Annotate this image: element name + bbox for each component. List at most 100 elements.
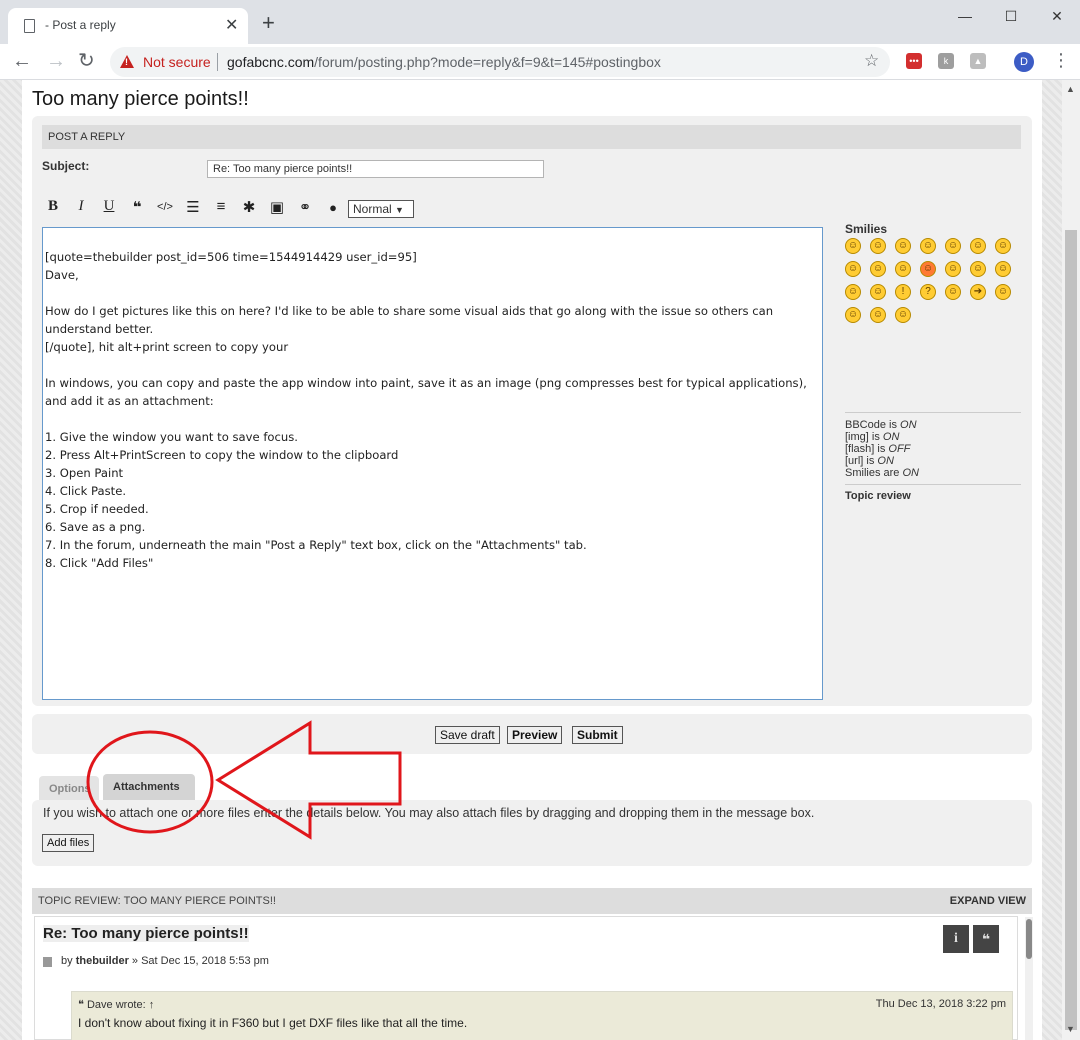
font-size-select[interactable]: Normal ▼ xyxy=(348,200,414,218)
bold-button[interactable]: B xyxy=(42,198,64,215)
editor-line: 1. Give the window you want to save focu… xyxy=(45,430,298,444)
scroll-thumb[interactable] xyxy=(1026,919,1032,959)
underline-button[interactable]: U xyxy=(98,198,120,215)
menu-icon[interactable]: ⋮ xyxy=(1052,50,1070,71)
smiley-icon[interactable]: ☺ xyxy=(870,261,886,277)
extension-icon[interactable]: k xyxy=(938,53,954,69)
smiley-icon[interactable]: ☺ xyxy=(945,261,961,277)
list-button[interactable]: ☰ xyxy=(182,198,204,216)
smiley-icon[interactable]: ☺ xyxy=(870,307,886,323)
img-status-value: ON xyxy=(882,431,900,443)
close-icon[interactable]: ✕ xyxy=(225,15,238,35)
list-item-button[interactable]: ✱ xyxy=(238,198,260,216)
warning-icon xyxy=(120,55,134,68)
smiley-icon[interactable]: ☺ xyxy=(920,238,936,254)
smilies-status-label: Smilies are xyxy=(845,467,903,479)
extension-icon[interactable]: ••• xyxy=(906,53,922,69)
numbered-list-button[interactable]: ≡ xyxy=(210,198,232,215)
smiley-icon[interactable]: ☺ xyxy=(945,238,961,254)
image-button[interactable]: ▣ xyxy=(266,198,288,216)
smiley-icon[interactable]: ☺ xyxy=(870,284,886,300)
address-bar[interactable]: Not secure gofabcnc.com/forum/posting.ph… xyxy=(110,47,890,77)
bbcode-status-label: BBCode is xyxy=(845,419,901,431)
editor-line: 4. Click Paste. xyxy=(45,484,127,498)
editor-line: 8. Click "Add Files" xyxy=(45,556,154,570)
browser-toolbar: ← → ↻ Not secure gofabcnc.com/forum/post… xyxy=(0,44,1080,80)
smiley-icon[interactable]: ☺ xyxy=(895,261,911,277)
smiley-icon[interactable]: ☺ xyxy=(970,238,986,254)
preview-button[interactable]: Preview xyxy=(507,726,563,744)
smiley-icon[interactable]: ☺ xyxy=(845,284,861,300)
post-author[interactable]: thebuilder xyxy=(76,955,129,967)
save-draft-button[interactable]: Save draft xyxy=(435,726,500,744)
editor-line: How do I get pictures like this on here?… xyxy=(45,304,774,318)
reload-button[interactable]: ↻ xyxy=(78,50,95,72)
minimize-button[interactable]: — xyxy=(942,4,988,28)
editor-line: Dave, xyxy=(45,268,79,282)
smiley-icon[interactable]: ➔ xyxy=(970,284,986,300)
smiley-face: ☺ xyxy=(872,240,884,251)
page-scrollbar[interactable]: ▲ ▼ xyxy=(1062,80,1080,1040)
expand-view-link[interactable]: EXPAND VIEW xyxy=(950,895,1026,907)
divider xyxy=(845,412,1021,413)
quote-button[interactable]: ❝ xyxy=(126,198,148,216)
scroll-thumb[interactable] xyxy=(1065,230,1077,1030)
submit-button[interactable]: Submit xyxy=(572,726,623,744)
smiley-face: ! xyxy=(901,286,905,297)
tab-attachments[interactable]: Attachments xyxy=(103,774,195,800)
smiley-icon[interactable]: ☺ xyxy=(920,261,936,277)
url-host: gofabcnc.com xyxy=(227,54,315,70)
smiley-icon[interactable]: ☺ xyxy=(895,238,911,254)
smiley-face: ☺ xyxy=(972,240,984,251)
smilies-title: Smilies xyxy=(845,222,888,236)
quote-block: ❝ Dave wrote: ↑ Thu Dec 13, 2018 3:22 pm… xyxy=(71,991,1013,1040)
add-files-button[interactable]: Add files xyxy=(42,834,95,852)
back-button[interactable]: ← xyxy=(12,50,32,72)
link-button[interactable]: ⚭ xyxy=(294,198,316,216)
avatar[interactable]: D xyxy=(1014,52,1034,72)
post-scrollbar[interactable] xyxy=(1025,917,1033,1040)
forward-button[interactable]: → xyxy=(46,50,66,72)
smiley-icon[interactable]: ☺ xyxy=(870,238,886,254)
smiley-icon[interactable]: ? xyxy=(920,284,936,300)
post-title[interactable]: Re: Too many pierce points!! xyxy=(43,925,249,942)
quote-post-button[interactable]: ❝ xyxy=(973,925,999,953)
bookmark-star-icon[interactable]: ☆ xyxy=(864,51,879,71)
italic-button[interactable]: I xyxy=(70,198,92,215)
page-title[interactable]: Too many pierce points!! xyxy=(32,88,249,111)
smiley-icon[interactable]: ☺ xyxy=(845,261,861,277)
code-button[interactable]: </> xyxy=(154,201,176,213)
security-label[interactable]: Not secure xyxy=(143,54,211,70)
smiley-face: ☺ xyxy=(872,309,884,320)
drive-icon[interactable]: ▲ xyxy=(970,53,986,69)
scroll-down-arrow[interactable]: ▼ xyxy=(1066,1024,1075,1034)
smiley-icon[interactable]: ☺ xyxy=(845,238,861,254)
url-text[interactable]: gofabcnc.com/forum/posting.php?mode=repl… xyxy=(227,54,661,70)
quote-author[interactable]: ❝ Dave wrote: ↑ xyxy=(78,998,154,1011)
smiley-icon[interactable]: ☺ xyxy=(970,261,986,277)
editor-line: 6. Save as a png. xyxy=(45,520,146,534)
message-textarea[interactable]: [quote=thebuilder post_id=506 time=15449… xyxy=(42,227,823,700)
browser-tab[interactable]: - Post a reply ✕ xyxy=(8,8,248,44)
subject-input[interactable] xyxy=(207,160,544,178)
window-close-button[interactable]: ✕ xyxy=(1034,4,1080,28)
tab-options[interactable]: Options xyxy=(39,776,99,800)
smilies-status-value: ON xyxy=(902,467,919,479)
info-button[interactable]: i xyxy=(943,925,969,953)
smiley-icon[interactable]: ☺ xyxy=(995,238,1011,254)
new-tab-button[interactable]: + xyxy=(262,12,275,34)
scroll-up-arrow[interactable]: ▲ xyxy=(1066,84,1075,94)
smiley-icon[interactable]: ☺ xyxy=(995,284,1011,300)
smiley-icon[interactable]: ☺ xyxy=(995,261,1011,277)
color-button[interactable]: ● xyxy=(322,200,344,215)
chevron-down-icon: ▼ xyxy=(395,205,404,215)
smiley-icon[interactable]: ☺ xyxy=(895,307,911,323)
editor-line: In windows, you can copy and paste the a… xyxy=(45,376,807,390)
smiley-icon[interactable]: ☺ xyxy=(945,284,961,300)
topic-review-header: TOPIC REVIEW: TOO MANY PIERCE POINTS!! E… xyxy=(32,888,1032,914)
maximize-button[interactable]: ☐ xyxy=(988,4,1034,28)
editor-line: 3. Open Paint xyxy=(45,466,124,480)
topic-review-link[interactable]: Topic review xyxy=(845,490,911,502)
smiley-icon[interactable]: ☺ xyxy=(845,307,861,323)
smiley-icon[interactable]: ! xyxy=(895,284,911,300)
